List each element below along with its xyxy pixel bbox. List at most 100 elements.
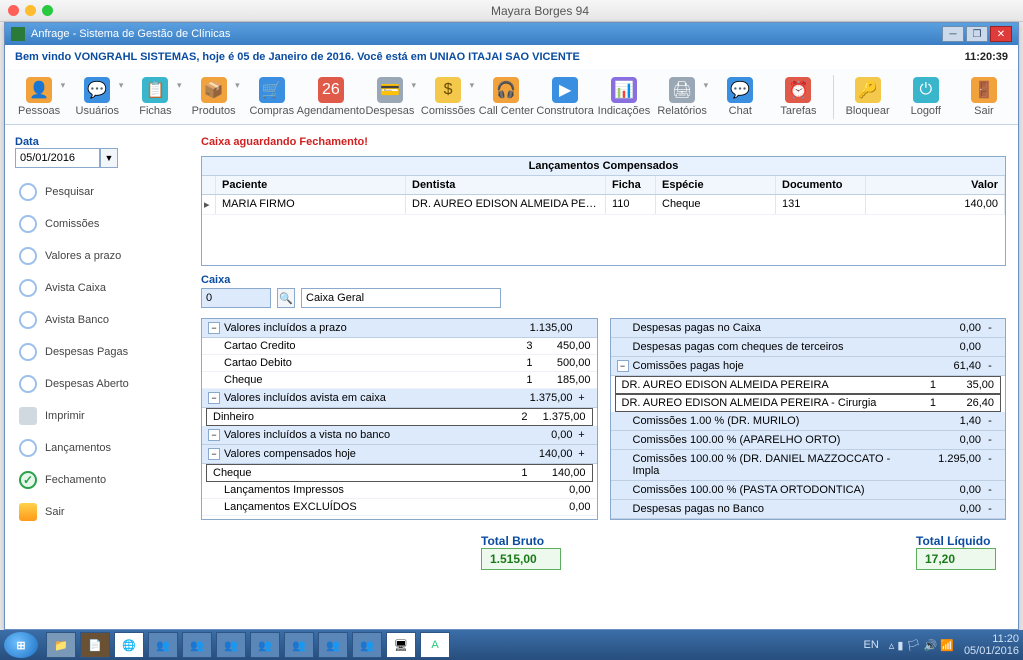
collapse-icon[interactable]: − [208, 448, 220, 460]
close-button[interactable]: ✕ [990, 26, 1012, 42]
toolbar-produtos[interactable]: 📦Produtos▾ [186, 70, 242, 124]
sidebar-item-label: Despesas Aberto [45, 378, 129, 390]
taskbar-app[interactable]: 👥 [216, 632, 246, 658]
toolbar-label: Relatórios [657, 105, 707, 117]
detail-line: DR. AUREO EDISON ALMEIDA PEREIRA - Cirur… [615, 394, 1002, 412]
toolbar-chat[interactable]: 💬Chat [712, 70, 768, 124]
section-header[interactable]: Comissões 100.00 % (APARELHO ORTO)0,00- [611, 431, 1006, 450]
sidebar-item-avista-banco[interactable]: Avista Banco [15, 304, 195, 336]
section-op [981, 341, 999, 353]
col-documento[interactable]: Documento [776, 176, 866, 194]
section-header[interactable]: Comissões 100.00 % (DR. DANIEL MAZZOCCAT… [611, 450, 1006, 481]
col-valor[interactable]: Valor [866, 176, 1005, 194]
collapse-icon[interactable]: − [208, 429, 220, 441]
magnifier-icon [19, 343, 37, 361]
app-titlebar[interactable]: Anfrage - Sistema de Gestão de Clínicas … [5, 23, 1018, 45]
toolbar-fichas[interactable]: 📋Fichas▾ [127, 70, 183, 124]
tray-date[interactable]: 05/01/2016 [964, 645, 1019, 657]
taskbar-app[interactable]: 📁 [46, 632, 76, 658]
sidebar-item-despesas-aberto[interactable]: Despesas Aberto [15, 368, 195, 400]
section-header[interactable]: −Valores incluídos a prazo1.135,00 [202, 319, 597, 338]
table-row[interactable]: ▸ MARIA FIRMO DR. AUREO EDISON ALMEIDA P… [202, 195, 1005, 215]
collapse-icon[interactable]: − [617, 360, 629, 372]
collapse-icon[interactable]: − [208, 392, 220, 404]
caixa-search-button[interactable]: 🔍 [277, 288, 295, 308]
tray-icons[interactable]: ▵ ▮ 🏳 🔊 📶 [889, 639, 954, 652]
sidebar-item-valores-a-prazo[interactable]: Valores a prazo [15, 240, 195, 272]
app-logo-icon [11, 27, 25, 41]
section-header[interactable]: −Valores compensados hoje140,00+ [202, 445, 597, 464]
caixa-num-input[interactable] [201, 288, 271, 308]
toolbar-indicações[interactable]: 📊Indicações [596, 70, 652, 124]
chevron-down-icon: ▾ [177, 80, 182, 91]
caixa-nome-input[interactable] [301, 288, 501, 308]
sidebar-item-sair[interactable]: Sair [15, 496, 195, 528]
sidebar-item-label: Imprimir [45, 410, 85, 422]
date-input[interactable] [15, 148, 100, 168]
col-especie[interactable]: Espécie [656, 176, 776, 194]
toolbar-relatórios[interactable]: 🖨Relatórios▾ [654, 70, 710, 124]
toolbar-agendamento[interactable]: 26Agendamento [302, 70, 360, 124]
lancamentos-grid: Lançamentos Compensados Paciente Dentist… [201, 156, 1006, 266]
col-paciente[interactable]: Paciente [216, 176, 406, 194]
section-header[interactable]: Comissões 100.00 % (PASTA ORTODONTICA)0,… [611, 481, 1006, 500]
toolbar-sair[interactable]: 🚪Sair [956, 70, 1012, 124]
taskbar-app[interactable]: 👥 [352, 632, 382, 658]
welcome-text: Bem vindo VONGRAHL SISTEMAS, hoje é 05 d… [15, 51, 580, 63]
section-header[interactable]: Despesas pagas no Caixa0,00- [611, 319, 1006, 338]
section-header[interactable]: −Valores incluídos a vista no banco0,00+ [202, 426, 597, 445]
sidebar-item-pesquisar[interactable]: Pesquisar [15, 176, 195, 208]
tray-time[interactable]: 11:20 [964, 633, 1019, 645]
taskbar-app[interactable]: 👥 [148, 632, 178, 658]
toolbar-compras[interactable]: 🛒Compras [244, 70, 300, 124]
section-op: - [981, 434, 999, 446]
section-header[interactable]: Comissões 1.00 % (DR. MURILO)1,40- [611, 412, 1006, 431]
taskbar-app[interactable]: 👥 [318, 632, 348, 658]
windows-taskbar[interactable]: ⊞ 📁 📄 🌐 👥 👥 👥 👥 👥 👥 👥 🖥 A EN ▵ ▮ 🏳 🔊 📶 1… [0, 630, 1023, 660]
taskbar-app[interactable]: 👥 [182, 632, 212, 658]
toolbar-bloquear[interactable]: 🔑Bloquear [840, 70, 896, 124]
toolbar-call center[interactable]: 🎧Call Center [478, 70, 534, 124]
toolbar-despesas[interactable]: 💳Despesas▾ [362, 70, 418, 124]
minimize-button[interactable]: ─ [942, 26, 964, 42]
produtos-icon: 📦 [201, 77, 227, 103]
tray-lang[interactable]: EN [863, 639, 878, 651]
sidebar-item-lançamentos[interactable]: Lançamentos [15, 432, 195, 464]
toolbar-construtora[interactable]: ▶Construtora [536, 70, 593, 124]
col-ficha[interactable]: Ficha [606, 176, 656, 194]
sidebar-item-label: Avista Banco [45, 314, 109, 326]
taskbar-app[interactable]: 📄 [80, 632, 110, 658]
sidebar-item-fechamento[interactable]: ✓Fechamento [15, 464, 195, 496]
line-value: 450,00 [533, 340, 591, 352]
mac-zoom-icon[interactable] [42, 5, 53, 16]
maximize-button[interactable]: ❐ [966, 26, 988, 42]
section-header[interactable]: Despesas pagas com cheques de terceiros0… [611, 338, 1006, 357]
taskbar-app[interactable]: 🌐 [114, 632, 144, 658]
toolbar-label: Despesas [365, 105, 414, 117]
col-dentista[interactable]: Dentista [406, 176, 606, 194]
grid-title: Lançamentos Compensados [202, 157, 1005, 176]
sidebar-item-despesas-pagas[interactable]: Despesas Pagas [15, 336, 195, 368]
taskbar-app[interactable]: 🖥 [386, 632, 416, 658]
start-button[interactable]: ⊞ [4, 632, 38, 658]
mac-minimize-icon[interactable] [25, 5, 36, 16]
toolbar-tarefas[interactable]: ⏰Tarefas [770, 70, 826, 124]
mac-close-icon[interactable] [8, 5, 19, 16]
collapse-icon[interactable]: − [208, 322, 220, 334]
section-header[interactable]: −Comissões pagas hoje61,40- [611, 357, 1006, 376]
section-header[interactable]: −Valores incluídos avista em caixa1.375,… [202, 389, 597, 408]
toolbar-usuários[interactable]: 💬Usuários▾ [69, 70, 125, 124]
total-bruto-value: 1.515,00 [481, 548, 561, 570]
cell-dentista: DR. AUREO EDISON ALMEIDA PEREIRA [406, 195, 606, 214]
taskbar-app[interactable]: 👥 [284, 632, 314, 658]
toolbar-pessoas[interactable]: 👤Pessoas▾ [11, 70, 67, 124]
taskbar-app[interactable]: A [420, 632, 450, 658]
sidebar-item-imprimir[interactable]: Imprimir [15, 400, 195, 432]
toolbar-comissões[interactable]: $Comissões▾ [420, 70, 476, 124]
toolbar-logoff[interactable]: ⏻Logoff [898, 70, 954, 124]
sidebar-item-avista-caixa[interactable]: Avista Caixa [15, 272, 195, 304]
date-dropdown-button[interactable]: ▼ [100, 148, 118, 168]
sidebar-item-comissões[interactable]: Comissões [15, 208, 195, 240]
section-header[interactable]: Despesas pagas no Banco0,00- [611, 500, 1006, 519]
taskbar-app[interactable]: 👥 [250, 632, 280, 658]
